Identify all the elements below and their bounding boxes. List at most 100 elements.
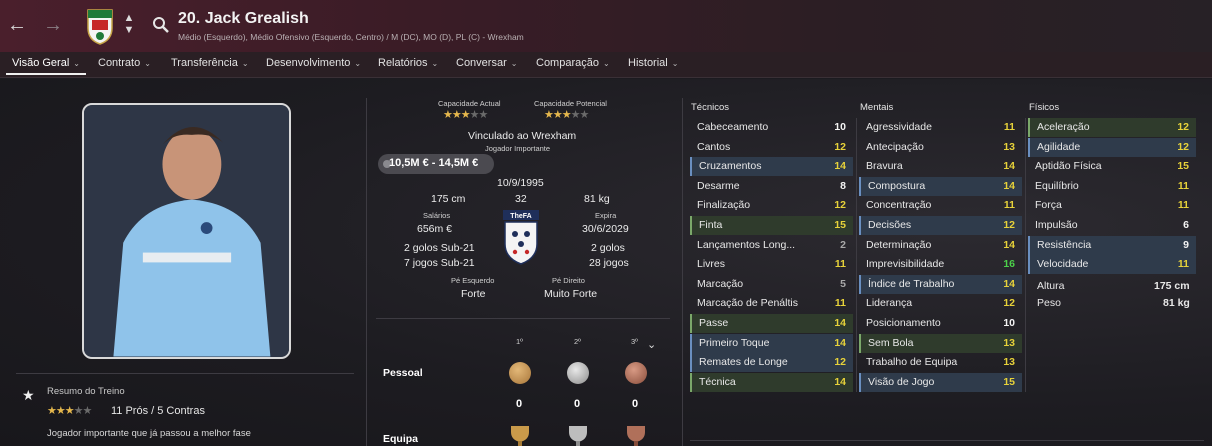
technical-attribute-row[interactable]: Remates de Longe 12 [690, 353, 853, 373]
attribute-value: 14 [834, 336, 846, 349]
tab-label: Relatórios [378, 57, 428, 69]
physical-attribute-row[interactable]: Aceleração 12 [1028, 118, 1196, 137]
chevron-down-icon: ⌄ [602, 59, 610, 68]
personal-count-1: 0 [516, 398, 523, 410]
left-foot-label: Pé Esquerdo [451, 276, 495, 285]
place-2: 2º [574, 337, 581, 346]
chevron-down-icon: ⌄ [510, 59, 518, 68]
player-positions: Médio (Esquerdo), Médio Ofensivo (Esquer… [178, 32, 524, 42]
attribute-value: 14 [1003, 160, 1015, 173]
tab-relatorios[interactable]: Relatórios ⌄ [378, 57, 438, 69]
attribute-name: Remates de Longe [699, 356, 788, 369]
attribute-value: 11 [1177, 258, 1189, 271]
tab-conversar[interactable]: Conversar ⌄ [456, 57, 517, 69]
physical-attribute-row[interactable]: Resistência 9 [1028, 235, 1196, 255]
technical-attribute-row[interactable]: Passe 14 [690, 314, 853, 333]
mental-attribute-row[interactable]: Sem Bola 13 [859, 333, 1022, 353]
club-crest-icon[interactable] [84, 6, 116, 46]
attribute-value: 12 [834, 199, 846, 212]
tab-comparacao[interactable]: Comparação ⌄ [536, 57, 610, 69]
technical-attribute-row[interactable]: Marcação de Penáltis 11 [690, 294, 853, 313]
personal-label: Pessoal [383, 367, 423, 379]
chevron-down-icon: ⌄ [73, 59, 80, 68]
mental-attribute-row[interactable]: Determinação 14 [859, 236, 1022, 255]
attribute-value: 6 [1183, 219, 1189, 231]
attribute-name: Antecipação [866, 140, 924, 153]
right-foot-label: Pé Direito [552, 276, 585, 285]
technical-attribute-row[interactable]: Cabeceamento 10 [690, 118, 853, 137]
technical-attribute-row[interactable]: Finta 15 [690, 216, 853, 235]
physical-attribute-row[interactable]: Aptidão Física 15 [1028, 157, 1196, 176]
tab-desenvolvimento[interactable]: Desenvolvimento ⌄ [266, 57, 361, 69]
attribute-name: Marcação de Penáltis [697, 297, 798, 310]
search-icon[interactable] [152, 16, 170, 34]
tab-historial[interactable]: Historial ⌄ [628, 57, 678, 69]
mental-attribute-row[interactable]: Liderança 12 [859, 294, 1022, 313]
mental-title: Mentais [860, 102, 894, 113]
arrow-right-icon[interactable]: → [42, 14, 64, 36]
mental-attribute-row[interactable]: Bravura 14 [859, 157, 1022, 176]
technical-attribute-row[interactable]: Desarme 8 [690, 177, 853, 196]
technical-attribute-row[interactable]: Primeiro Toque 14 [690, 333, 853, 353]
mental-attribute-row[interactable]: Decisões 12 [859, 216, 1022, 235]
technical-attribute-row[interactable]: Marcação 5 [690, 275, 853, 294]
mental-attribute-row[interactable]: Compostura 14 [859, 176, 1022, 196]
technical-attribute-row[interactable]: Finalização 12 [690, 196, 853, 215]
physical-weight-label: Peso [1037, 297, 1061, 309]
technical-attribute-row[interactable]: Livres 11 [690, 255, 853, 274]
intl-goals: 2 golos [591, 242, 625, 254]
tab-contrato[interactable]: Contrato ⌄ [98, 57, 151, 69]
attribute-value: 14 [1003, 179, 1015, 192]
chevron-down-icon[interactable]: ⌄ [647, 338, 656, 351]
divider [16, 373, 354, 374]
attribute-name: Desarme [697, 179, 740, 192]
right-foot: Muito Forte [544, 288, 598, 300]
attribute-name: Cantos [697, 140, 731, 153]
technical-attribute-row[interactable]: Cruzamentos 14 [690, 157, 853, 177]
tab-label: Contrato [98, 57, 141, 69]
attribute-value: 11 [1177, 179, 1189, 192]
attribute-value: 12 [1003, 297, 1015, 310]
weight: 81 kg [584, 193, 610, 205]
mental-attribute-row[interactable]: Concentração 11 [859, 196, 1022, 215]
technical-title: Técnicos [691, 102, 730, 113]
attribute-name: Lançamentos Long... [697, 238, 796, 251]
arrow-left-icon[interactable]: ← [6, 14, 28, 36]
mental-attribute-row[interactable]: Índice de Trabalho 14 [859, 274, 1022, 294]
attribute-name: Decisões [868, 219, 912, 231]
silver-trophy-icon [569, 426, 587, 446]
technical-attribute-row[interactable]: Cantos 12 [690, 138, 853, 157]
attribute-value: 13 [1003, 336, 1015, 349]
bronze-trophy-icon [627, 426, 645, 446]
attribute-name: Primeiro Toque [699, 336, 770, 349]
physical-attribute-row[interactable]: Agilidade 12 [1028, 137, 1196, 157]
tab-visao-geral[interactable]: Visão Geral ⌄ [12, 57, 80, 69]
physical-attribute-row[interactable]: Força 11 [1028, 196, 1196, 215]
attribute-value: 11 [834, 297, 846, 310]
mental-attribute-row[interactable]: Antecipação 13 [859, 138, 1022, 157]
mental-attribute-row[interactable]: Agressividade 11 [859, 118, 1022, 137]
attribute-name: Finta [699, 219, 723, 231]
attribute-name: Agilidade [1037, 140, 1081, 153]
physical-attribute-row[interactable]: Equilíbrio 11 [1028, 177, 1196, 196]
mental-attribute-row[interactable]: Posicionamento 10 [859, 314, 1022, 333]
mental-attribute-row[interactable]: Visão de Jogo 15 [859, 372, 1022, 392]
training-note: Jogador importante que já passou a melho… [47, 428, 251, 439]
tab-transferencia[interactable]: Transferência ⌄ [171, 57, 249, 69]
physical-attribute-row[interactable]: Velocidade 11 [1028, 255, 1196, 275]
personal-count-2: 0 [574, 398, 581, 410]
technical-attribute-row[interactable]: Lançamentos Long... 2 [690, 236, 853, 255]
mental-attribute-row[interactable]: Trabalho de Equipa 13 [859, 353, 1022, 372]
attribute-name: Visão de Jogo [868, 375, 935, 388]
attribute-name: Velocidade [1037, 258, 1089, 271]
transfer-value-badge[interactable]: 10,5M € - 14,5M € [378, 154, 494, 174]
attribute-name: Bravura [866, 160, 903, 173]
attribute-value: 15 [1003, 375, 1015, 388]
physical-attribute-row[interactable]: Impulsão 6 [1028, 216, 1196, 235]
mental-attribute-row[interactable]: Imprevisibilidade 16 [859, 255, 1022, 274]
technical-attribute-row[interactable]: Técnica 14 [690, 372, 853, 392]
attribute-value: 14 [834, 317, 846, 329]
player-switch-arrows[interactable]: ▲ ▼ [122, 12, 136, 36]
attribute-name: Técnica [699, 375, 736, 388]
tab-label: Historial [628, 57, 668, 69]
